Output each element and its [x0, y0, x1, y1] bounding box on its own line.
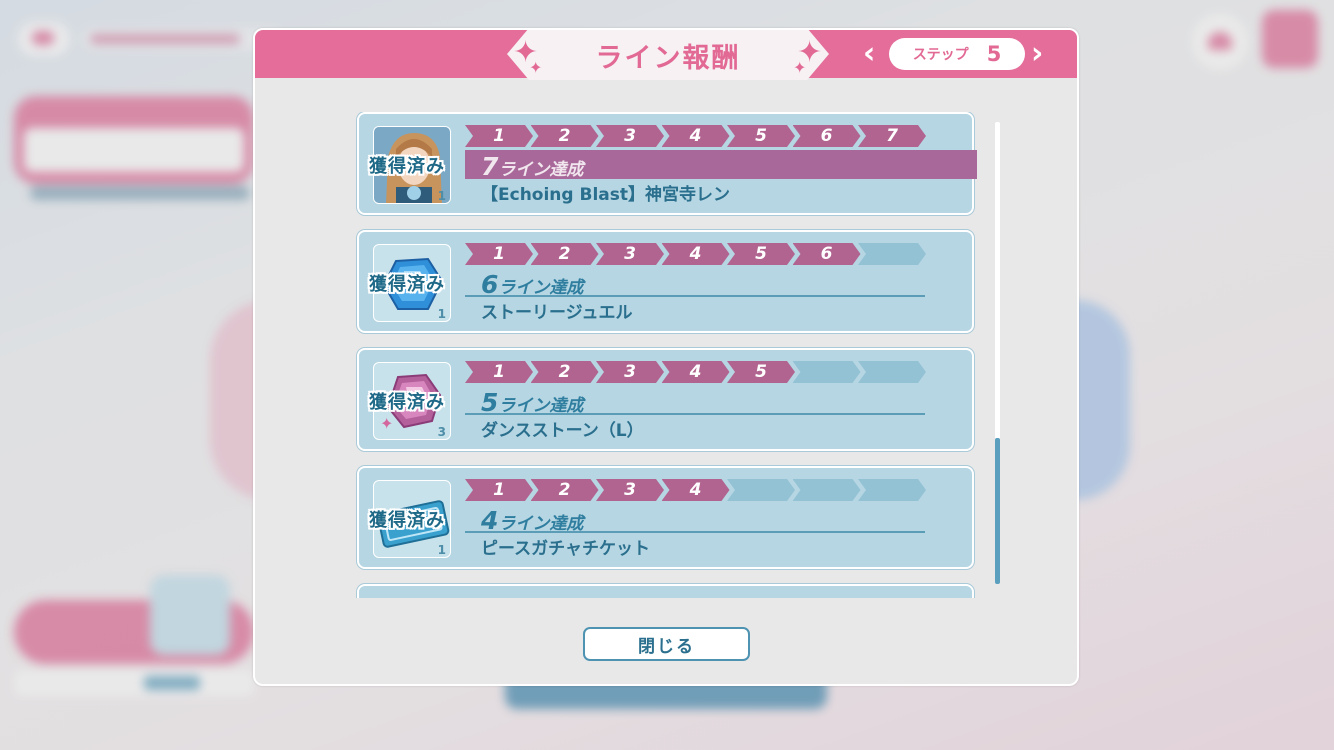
reward-name: ストーリージュエル — [481, 303, 633, 323]
step-chevron-achieved: 2 — [530, 361, 599, 383]
line-reward-dialog: ライン報酬 ✦ ✦ ✦ ✦ ‹ ステップ 5 › 1 獲得済み 1 2 3 4 5 6 7 7ライ… — [253, 28, 1079, 686]
step-chevron-empty — [727, 479, 795, 501]
reward-name: ダンスストーン（L） — [481, 421, 644, 441]
line-progress: 1234 — [465, 479, 945, 501]
step-chevron-achieved: 3 — [596, 125, 664, 147]
achievement-line: 7ライン達成 — [465, 150, 977, 181]
item-count: 1 — [437, 543, 446, 557]
step-chevron-achieved: 2 — [530, 479, 599, 501]
step-chevron-achieved: 2 — [530, 243, 599, 265]
line-suffix: ライン達成 — [498, 278, 584, 298]
step-chevron-achieved: 1 — [465, 361, 533, 383]
step-indicator: ステップ 5 — [889, 38, 1025, 70]
line-progress: 123456 — [465, 243, 945, 265]
scrollbar-thumb[interactable] — [995, 438, 1000, 584]
step-chevron-empty — [792, 361, 861, 383]
scrollbar[interactable] — [995, 122, 1000, 584]
step-chevron-achieved: 1 — [465, 479, 533, 501]
reward-row[interactable]: 1 獲得済み 1 2 3 4 4ライン達成 ピースガチャチケット — [357, 466, 974, 569]
dialog-header: ライン報酬 ✦ ✦ ✦ ✦ ‹ ステップ 5 › — [255, 30, 1077, 80]
line-count: 4 — [481, 506, 499, 535]
reward-row[interactable]: 1 獲得済み 1 2 3 4 5 6 6ライン達成 ストーリージュエル — [357, 230, 974, 333]
step-chevron-empty — [792, 479, 861, 501]
sparkle-icon: ✦ — [793, 58, 807, 77]
step-chevron-achieved: 6 — [792, 125, 861, 147]
step-chevron-achieved: 4 — [661, 361, 730, 383]
line-count: 6 — [481, 270, 499, 299]
item-count: 3 — [437, 425, 446, 439]
step-next-button[interactable]: › — [1031, 36, 1043, 71]
line-count: 7 — [481, 152, 499, 181]
achievement-label: 7ライン達成 — [481, 152, 583, 181]
achievement-line: 4ライン達成 — [465, 504, 925, 535]
obtained-badge: 獲得済み — [369, 392, 445, 413]
item-count: 1 — [437, 189, 446, 203]
achievement-label: 6ライン達成 — [481, 270, 583, 299]
step-label: ステップ — [912, 47, 969, 63]
item-count: 1 — [437, 307, 446, 321]
step-prev-button[interactable]: ‹ — [863, 36, 875, 71]
achievement-line: 6ライン達成 — [465, 268, 925, 299]
sparkle-icon: ✦ — [529, 58, 543, 77]
achievement-line: 5ライン達成 — [465, 386, 925, 417]
line-progress: 12345 — [465, 361, 945, 383]
reward-row[interactable]: 1 獲得済み 1 2 3 4 5 6 7 7ライン達成 【Echoing Blast】神宮寺レン — [357, 112, 977, 215]
line-suffix: ライン達成 — [498, 396, 584, 416]
step-chevron-achieved: 1 — [465, 125, 533, 147]
reward-name: ピースガチャチケット — [481, 539, 650, 559]
step-chevron-achieved: 5 — [727, 125, 795, 147]
step-chevron-empty — [858, 361, 926, 383]
reward-row[interactable] — [357, 584, 974, 598]
step-chevron-achieved: 1 — [465, 243, 533, 265]
step-chevron-achieved: 3 — [596, 479, 664, 501]
dialog-title: ライン報酬 — [595, 43, 741, 74]
step-value: 5 — [986, 42, 1002, 66]
reward-row[interactable]: ✦ 3 獲得済み 1 2 3 4 5 5ライン達成 ダンスストーン（L） — [357, 348, 974, 451]
reward-list[interactable]: 1 獲得済み 1 2 3 4 5 6 7 7ライン達成 【Echoing Blast】神宮寺レン 1 獲… — [355, 112, 981, 598]
step-chevron-achieved: 4 — [661, 125, 730, 147]
step-chevron-achieved: 5 — [727, 361, 795, 383]
obtained-badge: 獲得済み — [369, 274, 445, 295]
step-chevron-achieved: 3 — [596, 243, 664, 265]
reward-name: 【Echoing Blast】神宮寺レン — [481, 185, 730, 205]
step-chevron-achieved: 5 — [727, 243, 795, 265]
line-suffix: ライン達成 — [498, 514, 584, 534]
step-chevron-achieved: 6 — [792, 243, 861, 265]
title-tab: ライン報酬 — [507, 30, 829, 80]
step-chevron-empty — [858, 479, 926, 501]
obtained-badge: 獲得済み — [369, 156, 445, 177]
step-chevron-achieved: 4 — [661, 243, 730, 265]
line-suffix: ライン達成 — [498, 160, 584, 180]
step-chevron-achieved: 3 — [596, 361, 664, 383]
achievement-label: 5ライン達成 — [481, 388, 583, 417]
step-chevron-achieved: 4 — [661, 479, 730, 501]
close-button[interactable]: 閉じる — [583, 627, 750, 661]
svg-text:✦: ✦ — [380, 414, 393, 433]
step-chevron-achieved: 2 — [530, 125, 599, 147]
step-chevron-empty — [858, 243, 926, 265]
line-progress: 1234567 — [465, 125, 945, 147]
obtained-badge: 獲得済み — [369, 510, 445, 531]
line-count: 5 — [481, 388, 499, 417]
achievement-label: 4ライン達成 — [481, 506, 583, 535]
step-chevron-achieved: 7 — [858, 125, 926, 147]
